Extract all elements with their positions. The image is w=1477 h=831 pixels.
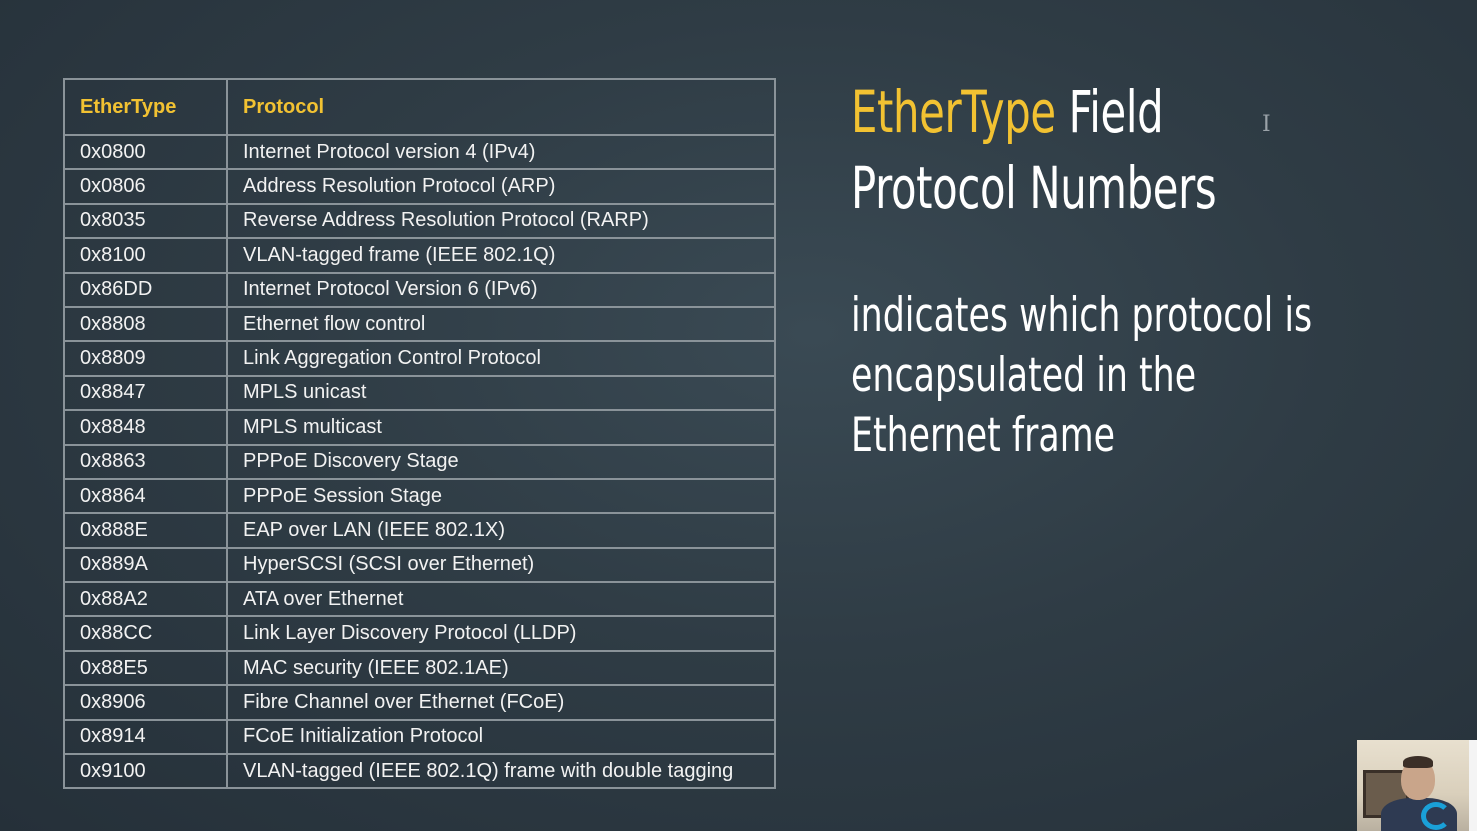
table-row: 0x8864 PPPoE Session Stage <box>63 477 776 515</box>
protocol-name-cell: PPPoE Discovery Stage <box>226 443 776 480</box>
slide-subtitle: indicates which protocol is encapsulated… <box>851 286 1312 466</box>
table-row: 0x888E EAP over LAN (IEEE 802.1X) <box>63 512 776 549</box>
ethertype-code-cell: 0x8914 <box>63 718 228 756</box>
protocol-name-cell: MPLS unicast <box>226 374 776 412</box>
ethertype-code-cell: 0x88E5 <box>63 649 228 687</box>
table-row: 0x8906 Fibre Channel over Ethernet (FCoE) <box>63 684 776 721</box>
ethertype-code-cell: 0x8906 <box>63 684 228 721</box>
protocol-name-cell: FCoE Initialization Protocol <box>226 718 776 756</box>
ethertype-code-cell: 0x0806 <box>63 168 228 205</box>
protocol-name-cell: ATA over Ethernet <box>226 581 776 618</box>
table-row: 0x8035 Reverse Address Resolution Protoco… <box>63 202 776 240</box>
protocol-name-cell: Internet Protocol version 4 (IPv4) <box>226 133 776 171</box>
header-protocol: Protocol <box>226 78 776 136</box>
protocol-name-cell: EAP over LAN (IEEE 802.1X) <box>226 512 776 549</box>
ethertype-code-cell: 0x0800 <box>63 133 228 171</box>
table-row: 0x8808 Ethernet flow control <box>63 305 776 343</box>
protocol-name-cell: Fibre Channel over Ethernet (FCoE) <box>226 684 776 721</box>
protocol-name-cell: MAC security (IEEE 802.1AE) <box>226 649 776 687</box>
ethertype-code-cell: 0x8100 <box>63 237 228 274</box>
slide-title: EtherType Field Protocol Numbers <box>851 74 1217 226</box>
protocol-name-cell: Address Resolution Protocol (ARP) <box>226 168 776 205</box>
table-body: 0x0800 Internet Protocol version 4 (IPv4)… <box>63 133 776 790</box>
slide: EtherType Protocol 0x0800 Internet Protoc… <box>0 0 1477 831</box>
table-row: 0x86DD Internet Protocol Version 6 (IPv6) <box>63 271 776 308</box>
ethertype-table: EtherType Protocol 0x0800 Internet Protoc… <box>63 78 776 790</box>
subtitle-line: indicates which protocol is <box>851 288 1313 343</box>
table-header-row: EtherType Protocol <box>63 78 776 136</box>
table-row: 0x8863 PPPoE Discovery Stage <box>63 443 776 480</box>
protocol-name-cell: Reverse Address Resolution Protocol (RAR… <box>226 202 776 240</box>
ethertype-code-cell: 0x888E <box>63 512 228 549</box>
webcam-thumbnail <box>1357 740 1477 831</box>
protocol-name-cell: VLAN-tagged frame (IEEE 802.1Q) <box>226 237 776 274</box>
table-row: 0x8848 MPLS multicast <box>63 409 776 446</box>
ethertype-code-cell: 0x889A <box>63 546 228 584</box>
protocol-name-cell: VLAN-tagged (IEEE 802.1Q) frame with dou… <box>226 753 776 790</box>
subtitle-line: encapsulated in the <box>851 348 1197 403</box>
table-row: 0x88A2 ATA over Ethernet <box>63 581 776 618</box>
title-rest: Field <box>1055 78 1164 146</box>
table-row: 0x88CC Link Layer Discovery Protocol (LLD… <box>63 615 776 652</box>
table-row: 0x88E5 MAC security (IEEE 802.1AE) <box>63 649 776 687</box>
table-row: 0x889A HyperSCSI (SCSI over Ethernet) <box>63 546 776 584</box>
table-row: 0x0800 Internet Protocol version 4 (IPv4) <box>63 133 776 171</box>
ethertype-code-cell: 0x8863 <box>63 443 228 480</box>
table-row: 0x8914 FCoE Initialization Protocol <box>63 718 776 756</box>
table-row: 0x9100 VLAN-tagged (IEEE 802.1Q) frame wi… <box>63 753 776 790</box>
protocol-name-cell: PPPoE Session Stage <box>226 477 776 515</box>
protocol-name-cell: MPLS multicast <box>226 409 776 446</box>
table-row: 0x8100 VLAN-tagged frame (IEEE 802.1Q) <box>63 237 776 274</box>
table-row: 0x8847 MPLS unicast <box>63 374 776 412</box>
ethertype-code-cell: 0x86DD <box>63 271 228 308</box>
protocol-name-cell: HyperSCSI (SCSI over Ethernet) <box>226 546 776 584</box>
table-row: 0x8809 Link Aggregation Control Protocol <box>63 340 776 377</box>
ethertype-code-cell: 0x8808 <box>63 305 228 343</box>
ethertype-code-cell: 0x8809 <box>63 340 228 377</box>
protocol-name-cell: Link Aggregation Control Protocol <box>226 340 776 377</box>
ethertype-code-cell: 0x8864 <box>63 477 228 515</box>
protocol-name-cell: Link Layer Discovery Protocol (LLDP) <box>226 615 776 652</box>
protocol-name-cell: Ethernet flow control <box>226 305 776 343</box>
title-line2: Protocol Numbers <box>851 154 1217 222</box>
webcam-person-hair <box>1403 756 1433 768</box>
ethertype-code-cell: 0x8848 <box>63 409 228 446</box>
ethertype-code-cell: 0x8035 <box>63 202 228 240</box>
webcam-logo-icon <box>1421 802 1451 830</box>
title-accent: EtherType <box>851 78 1056 146</box>
subtitle-line: Ethernet frame <box>851 408 1116 463</box>
header-ethertype: EtherType <box>63 78 228 136</box>
webcam-frame-edge <box>1469 740 1477 831</box>
table-row: 0x0806 Address Resolution Protocol (ARP) <box>63 168 776 205</box>
protocol-name-cell: Internet Protocol Version 6 (IPv6) <box>226 271 776 308</box>
text-cursor-icon: I <box>1262 112 1271 137</box>
ethertype-code-cell: 0x88CC <box>63 615 228 652</box>
ethertype-code-cell: 0x88A2 <box>63 581 228 618</box>
ethertype-code-cell: 0x8847 <box>63 374 228 412</box>
ethertype-code-cell: 0x9100 <box>63 753 228 790</box>
